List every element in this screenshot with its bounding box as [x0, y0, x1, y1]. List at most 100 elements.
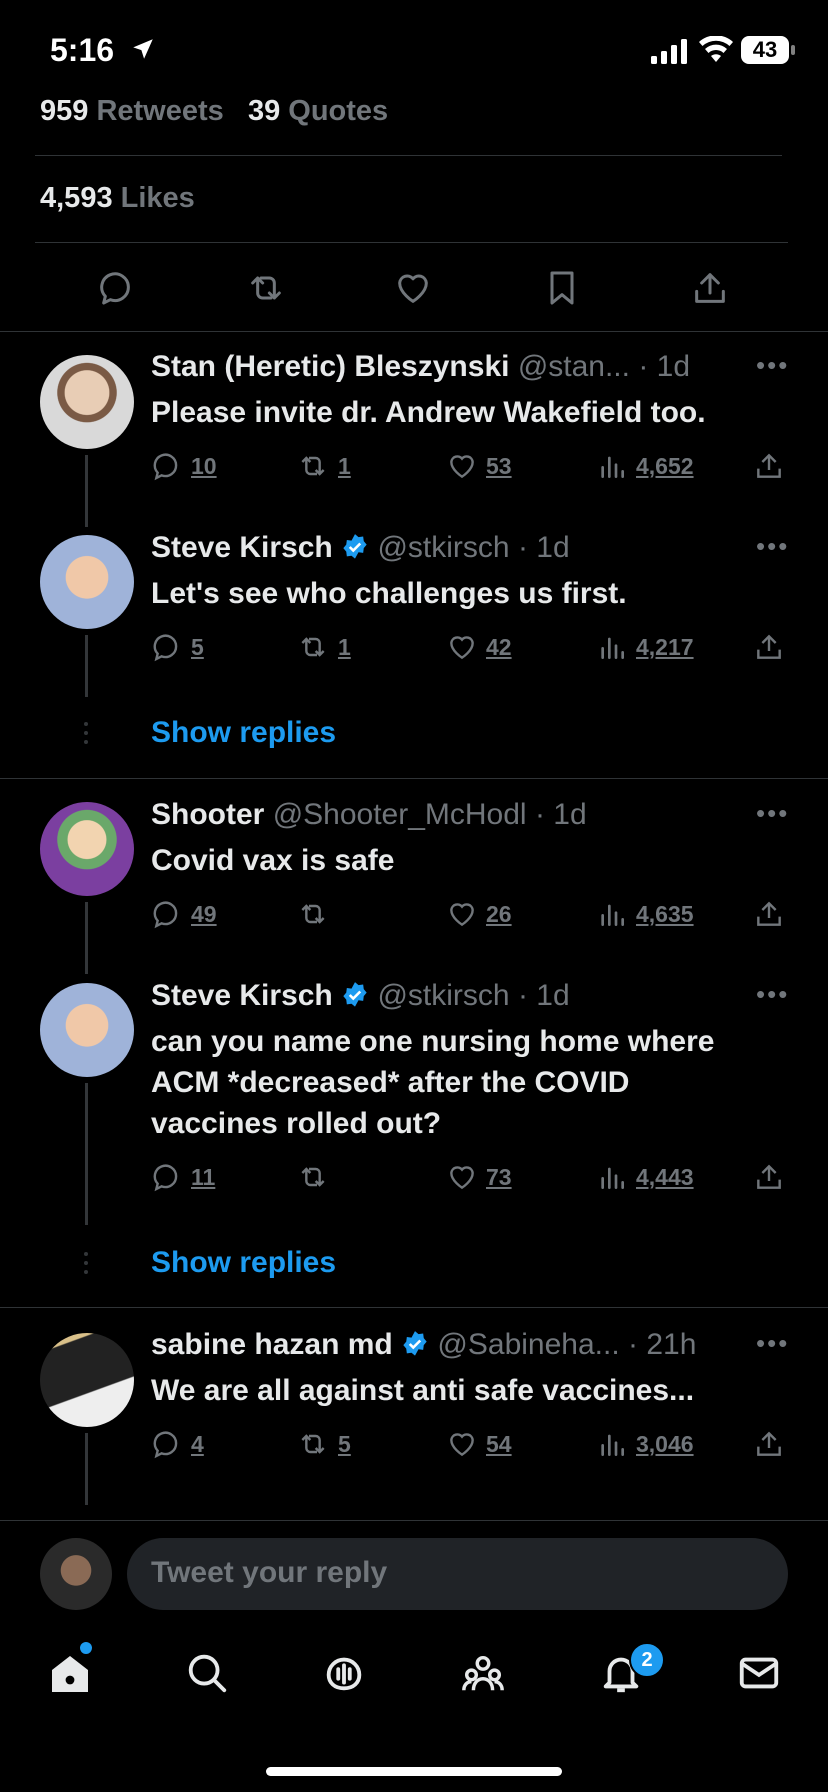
reply-actions: 5 1 42 4,217 [151, 631, 786, 665]
reply-author[interactable]: Steve Kirsch @stkirsch · 1d [151, 979, 570, 1013]
views-button[interactable]: 4,652 [596, 450, 694, 482]
reply-input[interactable]: Tweet your reply [127, 1538, 788, 1610]
thread-line [85, 635, 88, 697]
reply-icon [153, 634, 178, 662]
wifi-icon [699, 36, 733, 62]
share-button[interactable] [753, 898, 785, 930]
avatar[interactable] [40, 1333, 134, 1427]
divider [0, 1520, 828, 1521]
divider [0, 331, 828, 332]
retweet-button[interactable]: 1 [296, 450, 351, 482]
like-button[interactable]: 73 [446, 1161, 512, 1193]
spaces-icon[interactable] [321, 1650, 367, 1696]
thread-continuation-dots [84, 1252, 88, 1279]
more-options-icon[interactable]: ••• [756, 979, 789, 1010]
views-button[interactable]: 4,217 [596, 631, 694, 663]
reply-placeholder: Tweet your reply [151, 1556, 388, 1589]
more-options-icon[interactable]: ••• [756, 350, 789, 381]
retweet-button[interactable]: 5 [296, 1428, 351, 1460]
share-button[interactable] [753, 631, 785, 663]
retweet-icon [301, 1167, 325, 1187]
communities-icon[interactable] [459, 1650, 507, 1696]
views-button[interactable]: 3,046 [596, 1428, 694, 1460]
reply-author[interactable]: Stan (Heretic) Bleszynski @stan... · 1d [151, 350, 690, 384]
share-button[interactable] [753, 1428, 785, 1460]
retweets-label[interactable]: Retweets [96, 95, 223, 127]
search-icon[interactable] [184, 1650, 230, 1696]
views-icon [601, 1434, 624, 1456]
like-icon[interactable] [393, 268, 433, 308]
retweet-button[interactable] [296, 1161, 338, 1193]
reply-icon [153, 1431, 178, 1459]
like-button[interactable]: 42 [446, 631, 512, 663]
retweets-quotes-stats: 959 Retweets 39 Quotes [40, 95, 388, 128]
share-button[interactable] [753, 1161, 785, 1193]
reply-text: Covid vax is safe [151, 844, 395, 877]
like-icon [450, 903, 474, 927]
reply-actions: 10 1 53 4,652 [151, 450, 786, 484]
share-icon [757, 453, 781, 478]
avatar[interactable] [40, 802, 134, 896]
divider [35, 155, 782, 156]
bookmark-icon[interactable] [542, 268, 582, 308]
home-notification-dot [80, 1642, 92, 1654]
avatar[interactable] [40, 983, 134, 1077]
show-replies-link[interactable]: Show replies [151, 1246, 336, 1280]
reply-author[interactable]: Shooter @Shooter_McHodl · 1d [151, 798, 587, 832]
status-time: 5:16 [50, 32, 153, 69]
avatar[interactable] [40, 535, 134, 629]
messages-icon[interactable] [736, 1650, 782, 1696]
share-icon[interactable] [690, 268, 730, 308]
like-button[interactable]: 53 [446, 450, 512, 482]
reply-text: Let's see who challenges us first. [151, 577, 627, 610]
reply-button[interactable]: 11 [151, 1161, 215, 1193]
home-icon[interactable] [46, 1650, 94, 1698]
reply-author[interactable]: sabine hazan md @Sabineha... · 21h [151, 1328, 696, 1362]
more-options-icon[interactable]: ••• [756, 798, 789, 829]
cellular-signal-icon [651, 39, 687, 64]
thread-line [85, 455, 88, 527]
quotes-label[interactable]: Quotes [288, 95, 388, 127]
reply-button[interactable]: 49 [151, 898, 217, 930]
views-button[interactable]: 4,443 [596, 1161, 694, 1193]
like-button[interactable]: 26 [446, 898, 512, 930]
show-replies-link[interactable]: Show replies [151, 716, 336, 750]
reply-button[interactable]: 5 [151, 631, 204, 663]
battery-cap [791, 45, 795, 55]
like-icon [450, 636, 474, 660]
reply-icon [153, 1164, 178, 1192]
retweet-icon [301, 456, 325, 476]
share-icon [757, 634, 781, 659]
retweet-button[interactable] [296, 898, 338, 930]
views-icon [601, 637, 624, 659]
retweet-icon[interactable] [245, 268, 287, 308]
like-button[interactable]: 54 [446, 1428, 512, 1460]
reply-icon [153, 901, 178, 929]
share-button[interactable] [753, 450, 785, 482]
thread-line [85, 1433, 88, 1505]
divider [35, 242, 788, 243]
notification-badge: 2 [629, 1642, 665, 1678]
reply-button[interactable]: 4 [151, 1428, 204, 1460]
more-options-icon[interactable]: ••• [756, 531, 789, 562]
likes-count: 4,593 [40, 182, 113, 214]
reply-icon[interactable] [97, 268, 137, 308]
avatar[interactable] [40, 355, 134, 449]
reply-author[interactable]: Steve Kirsch @stkirsch · 1d [151, 531, 570, 565]
divider [0, 778, 828, 779]
retweet-button[interactable]: 1 [296, 631, 351, 663]
like-icon [450, 455, 474, 479]
views-icon [601, 1167, 624, 1189]
likes-stats[interactable]: 4,593 Likes [40, 182, 195, 215]
more-options-icon[interactable]: ••• [756, 1328, 789, 1359]
reply-button[interactable]: 10 [151, 450, 217, 482]
share-icon [757, 1431, 781, 1456]
like-icon [450, 1433, 474, 1457]
views-button[interactable]: 4,635 [596, 898, 694, 930]
verified-badge-icon [403, 1331, 427, 1356]
verified-badge-icon [343, 534, 367, 559]
views-icon [601, 456, 624, 478]
reply-text: Please invite dr. Andrew Wakefield too. [151, 396, 706, 429]
reply-actions: 11 73 4,443 [151, 1161, 786, 1195]
user-avatar[interactable] [40, 1538, 112, 1610]
